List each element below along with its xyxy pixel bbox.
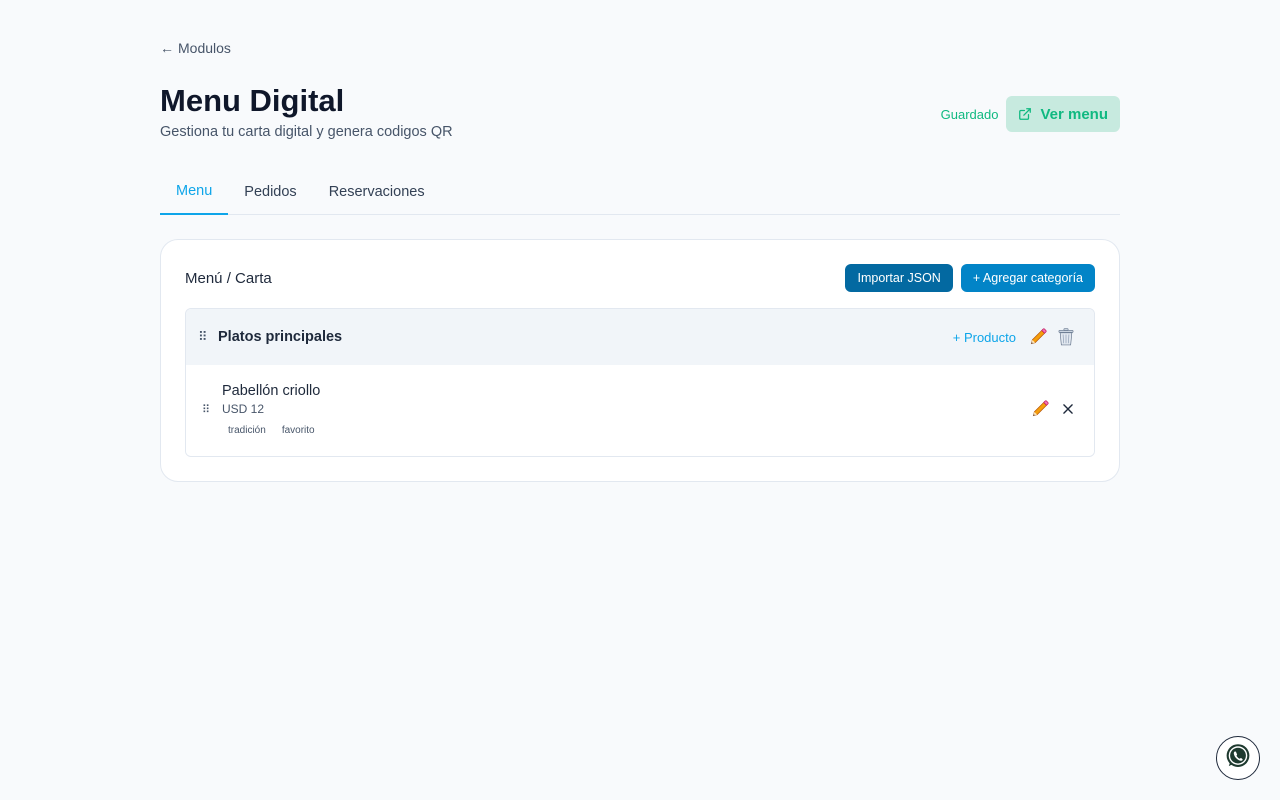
header-actions: Guardado Ver menu (941, 96, 1120, 132)
view-menu-label: Ver menu (1040, 105, 1108, 123)
import-json-button[interactable]: Importar JSON (845, 264, 953, 292)
whatsapp-button[interactable] (1216, 736, 1260, 780)
menu-card: Menú / Carta Importar JSON + Agregar cat… (160, 239, 1120, 482)
back-to-modules-link[interactable]: ← Modulos (160, 40, 231, 56)
item-actions (1026, 395, 1082, 423)
tab-pedidos-label: Pedidos (244, 184, 297, 200)
external-link-icon (1018, 107, 1032, 121)
category-block: ⠿ Platos principales + Producto ⠿ Pabell… (185, 308, 1095, 457)
whatsapp-icon (1224, 742, 1252, 775)
tab-bar: Menu Pedidos Reservaciones (160, 170, 1120, 215)
item-tag: tradición (228, 425, 266, 436)
tab-reservaciones-label: Reservaciones (328, 184, 425, 200)
item-name: Pabellón criollo (222, 383, 321, 399)
page: ← Modulos Menu Digital Gestiona tu carta… (0, 0, 1280, 800)
tab-menu[interactable]: Menu (160, 170, 229, 215)
item-body: Pabellón criollo USD 12 tradición favori… (222, 381, 320, 436)
view-menu-button[interactable]: Ver menu (1006, 96, 1120, 132)
trash-icon[interactable] (1052, 323, 1080, 351)
pencil-icon[interactable] (1026, 395, 1054, 423)
tab-pedidos[interactable]: Pedidos (228, 170, 312, 214)
arrow-left-icon: ← (160, 40, 174, 56)
tab-menu-label: Menu (176, 183, 213, 199)
pencil-icon[interactable] (1024, 323, 1052, 351)
list-item: ⠿ Pabellón criollo USD 12 tradición favo… (186, 365, 1094, 456)
back-link-label: Modulos (178, 40, 231, 56)
menu-card-actions: Importar JSON + Agregar categoría (845, 264, 1095, 292)
add-product-button[interactable]: + Producto (953, 330, 1016, 345)
menu-card-header: Menú / Carta Importar JSON + Agregar cat… (185, 264, 1095, 292)
category-header: ⠿ Platos principales + Producto (186, 309, 1094, 365)
add-category-button[interactable]: + Agregar categoría (960, 264, 1095, 292)
drag-handle-icon[interactable]: ⠿ (198, 329, 218, 345)
tab-reservaciones[interactable]: Reservaciones (313, 170, 441, 214)
item-tag: favorito (281, 425, 315, 436)
drag-handle-icon[interactable]: ⠿ (202, 403, 222, 416)
menu-card-title: Menú / Carta (185, 269, 272, 287)
close-icon[interactable] (1054, 395, 1082, 423)
saved-status: Guardado (940, 106, 999, 122)
item-tags: tradición favorito (222, 425, 320, 436)
page-header: Menu Digital Gestiona tu carta digital y… (160, 82, 1120, 146)
category-name: Platos principales (218, 329, 343, 345)
item-price: USD 12 (222, 402, 265, 416)
